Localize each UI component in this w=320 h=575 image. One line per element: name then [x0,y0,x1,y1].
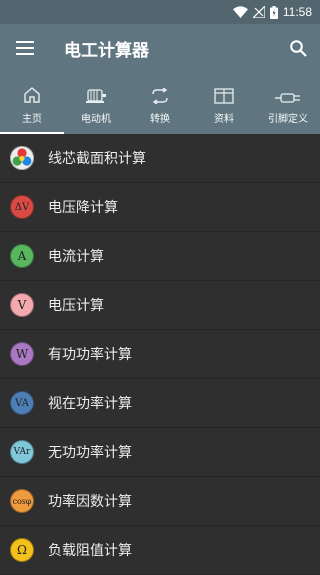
tab-label: 主页 [22,113,42,125]
list-item-reactive-power[interactable]: VAr 无功功率计算 [0,428,320,477]
current-icon: A [10,244,34,268]
status-bar: 11:58 [0,0,320,24]
tab-label: 电动机 [81,113,111,125]
cross-section-icon [10,146,34,170]
tab-motor[interactable]: 电动机 [64,72,128,134]
list-item-resistance[interactable]: Ω 负载阻值计算 [0,526,320,575]
active-power-icon: W [10,342,34,366]
menu-icon [16,41,34,55]
reactive-power-icon: VAr [10,440,34,464]
list-item-voltage-drop[interactable]: ΔV 电压降计算 [0,183,320,232]
connector-icon [275,82,301,104]
list-item-active-power[interactable]: W 有功功率计算 [0,330,320,379]
book-icon [214,82,234,104]
list-item-label: 电压降计算 [48,200,118,216]
list-item-label: 负载阻值计算 [48,543,132,559]
app-title: 电工计算器 [64,40,149,61]
list-item-label: 无功功率计算 [48,445,132,461]
tab-bar: 主页 电动机 转换 资料 引脚定义 [0,72,320,134]
motor-icon [85,82,107,104]
wifi-icon [232,6,248,18]
tab-label: 引脚定义 [268,113,308,125]
list-item-label: 电压计算 [48,298,104,314]
list-item-apparent-power[interactable]: VA 视在功率计算 [0,379,320,428]
list-item-label: 视在功率计算 [48,396,132,412]
tab-home[interactable]: 主页 [0,72,64,134]
voltage-drop-icon: ΔV [10,195,34,219]
list-item-label: 有功功率计算 [48,347,132,363]
tab-reference[interactable]: 资料 [192,72,256,134]
tab-label: 资料 [214,113,234,125]
apparent-power-icon: VA [10,391,34,415]
tab-label: 转换 [150,113,170,125]
voltage-icon: V [10,293,34,317]
search-button[interactable] [276,24,320,72]
no-signal-icon [252,6,265,18]
convert-icon [151,82,169,104]
search-icon [289,39,307,57]
list-item-label: 电流计算 [48,249,104,265]
app-bar: 电工计算器 [0,24,320,72]
power-factor-icon: cosφ [10,489,34,513]
status-time: 11:58 [282,5,312,19]
list-item-voltage[interactable]: V 电压计算 [0,281,320,330]
battery-icon [269,5,278,19]
list-item-current[interactable]: A 电流计算 [0,232,320,281]
list-item-power-factor[interactable]: cosφ 功率因数计算 [0,477,320,526]
menu-button[interactable] [0,24,50,72]
list-item-label: 线芯截面积计算 [48,151,146,167]
resistance-icon: Ω [10,538,34,562]
home-icon [23,82,41,104]
list-item-label: 功率因数计算 [48,494,132,510]
tab-pinout[interactable]: 引脚定义 [256,72,320,134]
list-item-cross-section[interactable]: 线芯截面积计算 [0,134,320,183]
calculator-list: 线芯截面积计算 ΔV 电压降计算 A 电流计算 V 电压计算 W 有功功率计算 … [0,134,320,575]
tab-convert[interactable]: 转换 [128,72,192,134]
